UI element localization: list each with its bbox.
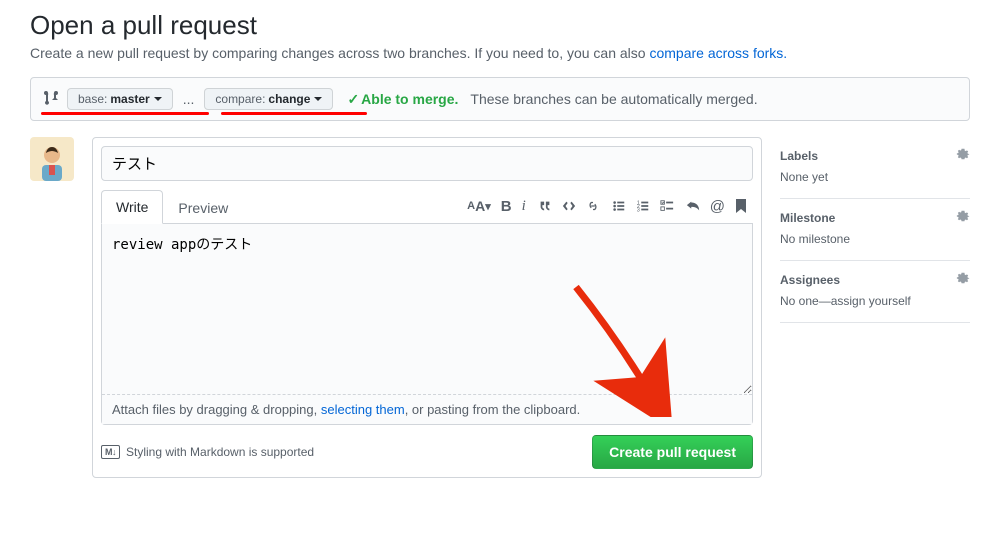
milestone-body: No milestone — [780, 232, 970, 246]
tab-preview[interactable]: Preview — [163, 191, 243, 224]
page-subtitle: Create a new pull request by comparing c… — [30, 45, 970, 61]
subtitle-text: Create a new pull request by comparing c… — [30, 45, 649, 61]
compare-forks-link[interactable]: compare across forks. — [649, 45, 787, 61]
compare-label: compare: — [215, 92, 265, 106]
annotation-underline — [41, 112, 209, 115]
editor-toolbar: AA▾ B i 123 @ — [467, 198, 753, 215]
task-list-icon[interactable] — [660, 199, 674, 213]
assign-yourself-link[interactable]: assign yourself — [831, 294, 911, 308]
compare-bar: base: master ... compare: change ✓Able t… — [30, 77, 970, 121]
merge-status-text: Able to merge. — [361, 91, 458, 107]
gear-icon[interactable] — [956, 147, 970, 164]
editor-tabs: Write Preview AA▾ B i 123 — [101, 189, 753, 224]
attach-bar[interactable]: Attach files by dragging & dropping, sel… — [102, 394, 752, 424]
assignees-section: Assignees No one—assign yourself — [780, 261, 970, 323]
pr-editor: Write Preview AA▾ B i 123 — [92, 137, 762, 478]
pr-title-input[interactable] — [101, 146, 753, 181]
merge-status: ✓Able to merge. — [347, 91, 458, 108]
caret-down-icon — [154, 97, 162, 101]
svg-text:3: 3 — [637, 207, 640, 213]
reply-icon[interactable] — [686, 199, 700, 213]
assignees-title: Assignees — [780, 273, 840, 287]
labels-section: Labels None yet — [780, 137, 970, 199]
sidebar: Labels None yet Milestone No milestone A… — [780, 137, 970, 323]
code-icon[interactable] — [562, 199, 576, 213]
attach-text-pre: Attach files by dragging & dropping, — [112, 402, 321, 417]
number-list-icon[interactable]: 123 — [636, 199, 650, 213]
page-title: Open a pull request — [30, 10, 970, 41]
labels-body: None yet — [780, 170, 970, 184]
gear-icon[interactable] — [956, 271, 970, 288]
bold-icon[interactable]: B — [501, 198, 512, 215]
create-pull-request-button[interactable]: Create pull request — [592, 435, 753, 469]
labels-title: Labels — [780, 149, 818, 163]
merge-note: These branches can be automatically merg… — [470, 91, 757, 107]
assignees-text: No one— — [780, 294, 831, 308]
check-icon: ✓ — [347, 91, 359, 107]
tab-write[interactable]: Write — [101, 190, 163, 224]
body-wrap: Attach files by dragging & dropping, sel… — [101, 224, 753, 425]
mention-icon[interactable]: @ — [710, 198, 725, 215]
compare-value: change — [268, 92, 310, 106]
gear-icon[interactable] — [956, 209, 970, 226]
base-label: base: — [78, 92, 107, 106]
milestone-section: Milestone No milestone — [780, 199, 970, 261]
bookmark-icon[interactable] — [735, 199, 747, 213]
bullet-list-icon[interactable] — [612, 199, 626, 213]
milestone-title: Milestone — [780, 211, 835, 225]
create-pr-label: Create pull request — [609, 444, 736, 460]
base-value: master — [110, 92, 149, 106]
quote-icon[interactable] — [538, 199, 552, 213]
link-icon[interactable] — [586, 199, 600, 213]
markdown-hint-text: Styling with Markdown is supported — [126, 445, 314, 459]
markdown-hint[interactable]: M↓ Styling with Markdown is supported — [101, 445, 314, 459]
caret-down-icon — [314, 97, 322, 101]
avatar — [30, 137, 74, 181]
heading-icon[interactable]: AA▾ — [467, 198, 491, 214]
italic-icon[interactable]: i — [522, 198, 526, 215]
editor-footer: M↓ Styling with Markdown is supported Cr… — [101, 435, 753, 469]
assignees-body: No one—assign yourself — [780, 294, 970, 308]
annotation-underline — [221, 112, 367, 115]
attach-text-post: , or pasting from the clipboard. — [405, 402, 581, 417]
markdown-icon: M↓ — [101, 445, 120, 459]
base-branch-button[interactable]: base: master — [67, 88, 173, 110]
git-compare-icon — [43, 90, 59, 109]
pr-body-textarea[interactable] — [102, 224, 752, 394]
compare-branch-button[interactable]: compare: change — [204, 88, 333, 110]
branch-dots: ... — [181, 91, 197, 107]
attach-select-link[interactable]: selecting them — [321, 402, 405, 417]
